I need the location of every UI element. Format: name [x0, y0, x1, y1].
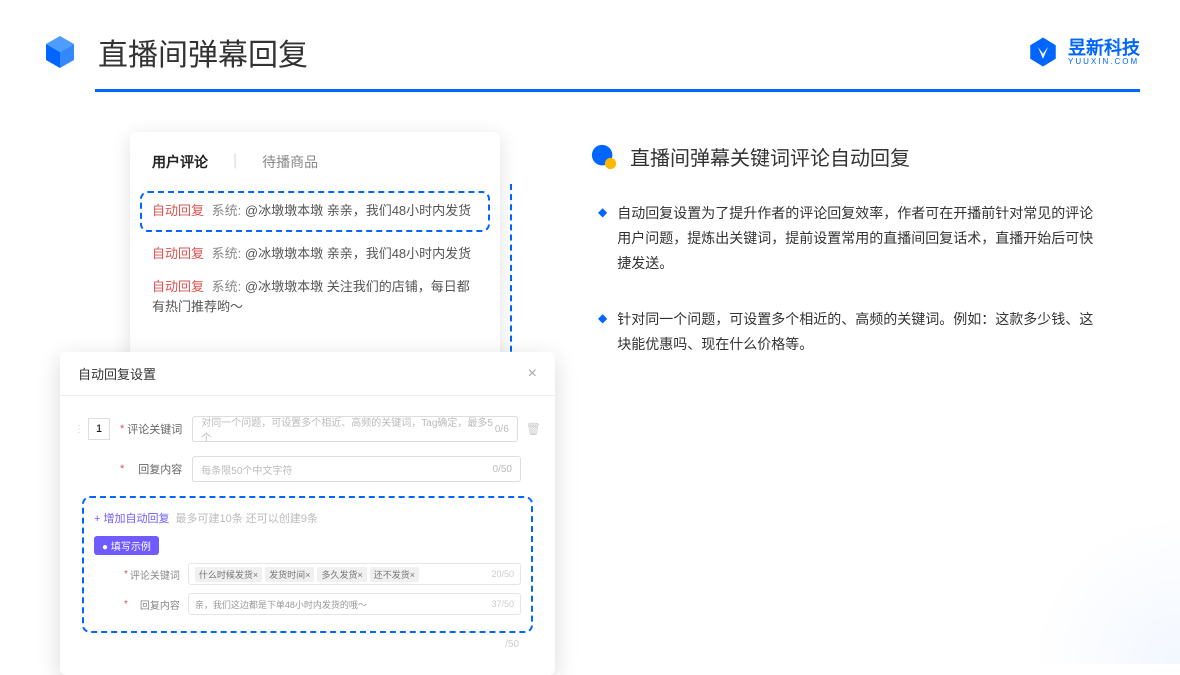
ex-reply-input[interactable]: 亲，我们这边都是下单48小时内发货的哦～ 37/50 — [188, 593, 521, 615]
brand-name: 昱新科技 — [1068, 39, 1140, 57]
add-hint: 最多可建10条 还可以创建9条 — [175, 510, 317, 526]
bullet-item: ◆ 自动回复设置为了提升作者的评论回复效率，作者可在开播前针对常见的评论用户问题… — [590, 201, 1140, 277]
comment-row: 自动回复 系统: @冰墩墩本墩 关注我们的店铺，每日都有热门推荐哟～ — [152, 277, 478, 319]
ex-reply-label: 回复内容 — [130, 597, 180, 612]
keyword-label: 评论关键词 — [126, 421, 182, 437]
keyword-input[interactable]: 对同一个问题，可设置多个相近、高频的关键词，Tag确定，最多5个 0/6 — [192, 416, 517, 442]
tag[interactable]: 发货时间× — [265, 567, 314, 582]
order-number: 1 — [88, 418, 110, 440]
tab-pending-products[interactable]: 待播商品 — [262, 152, 318, 176]
reply-label: 回复内容 — [126, 461, 182, 477]
bottom-counter: /50 — [74, 633, 541, 650]
ex-keyword-label: 评论关键词 — [130, 567, 180, 582]
tag[interactable]: 多久发货× — [317, 567, 366, 582]
example-badge: ● 填写示例 — [94, 536, 159, 555]
cube-icon — [40, 32, 80, 72]
auto-reply-badge: 自动回复 — [152, 246, 204, 261]
trash-icon[interactable]: 🗑 — [526, 422, 541, 436]
example-section: + 增加自动回复 最多可建10条 还可以创建9条 ● 填写示例 * 评论关键词 … — [82, 496, 533, 633]
auto-reply-badge: 自动回复 — [152, 279, 204, 294]
diamond-icon: ◆ — [598, 205, 607, 277]
page-title: 直播间弹幕回复 — [98, 30, 308, 74]
corner-decoration — [1030, 514, 1180, 664]
tag[interactable]: 什么时候发货× — [195, 567, 262, 582]
brand-sub: YUUXIN.COM — [1068, 57, 1140, 66]
settings-card: 自动回复设置 × ⋮⋮ 1 * 评论关键词 对同一个问题，可设置多个相近、高频的… — [60, 352, 555, 675]
diamond-icon: ◆ — [598, 311, 607, 357]
add-auto-reply-link[interactable]: + 增加自动回复 — [94, 510, 169, 526]
chat-bubble-icon — [590, 143, 618, 171]
highlighted-comment: 自动回复 系统: @冰墩墩本墩 亲亲，我们48小时内发货 — [140, 191, 490, 232]
close-icon[interactable]: × — [528, 365, 537, 383]
comment-row: 自动回复 系统: @冰墩墩本墩 亲亲，我们48小时内发货 — [152, 244, 478, 265]
page-header: 直播间弹幕回复 昱新科技 YUUXIN.COM — [0, 0, 1180, 74]
section-title: 直播间弹幕关键词评论自动回复 — [630, 142, 910, 171]
drag-handle-icon[interactable]: ⋮⋮ — [74, 424, 88, 435]
tab-user-comments[interactable]: 用户评论 — [152, 152, 208, 176]
ex-keyword-input[interactable]: 什么时候发货× 发货时间× 多久发货× 还不发货× 20/50 — [188, 563, 521, 585]
tag[interactable]: 还不发货× — [370, 567, 419, 582]
brand-logo: 昱新科技 YUUXIN.COM — [1026, 35, 1140, 69]
bullet-item: ◆ 针对同一个问题，可设置多个相近的、高频的关键词。例如：这款多少钱、这块能优惠… — [590, 307, 1140, 357]
auto-reply-badge: 自动回复 — [152, 203, 204, 218]
reply-input[interactable]: 每条限50个中文字符 0/50 — [192, 456, 521, 482]
settings-title: 自动回复设置 — [78, 364, 156, 383]
